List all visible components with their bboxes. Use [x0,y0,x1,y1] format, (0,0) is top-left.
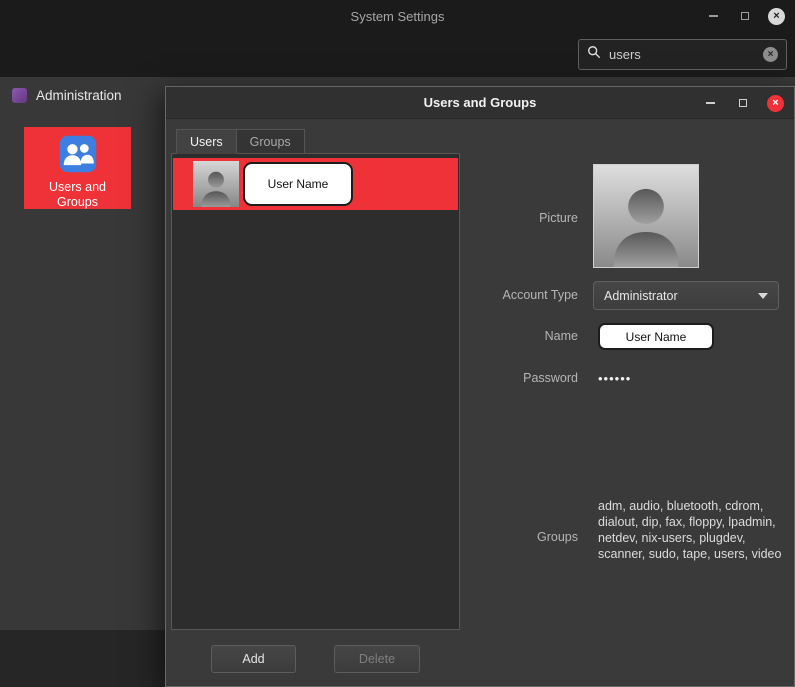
user-list: User Name [171,153,460,630]
section-administration: Administration [12,88,122,103]
tab-groups[interactable]: Groups [237,129,305,154]
users-groups-dialog: Users and Groups × Users Groups [165,86,795,687]
window-controls: × [704,7,785,25]
picture-button[interactable] [593,164,699,268]
sidebar-item-label: Users and Groups [36,180,120,210]
minimize-icon[interactable] [701,94,719,112]
system-settings-titlebar[interactable]: System Settings × users × [0,0,795,77]
delete-button[interactable]: Delete [334,645,420,673]
sidebar-bottom-area [0,630,165,687]
tab-bar: Users Groups [176,129,305,154]
dialog-titlebar[interactable]: Users and Groups × [166,87,794,119]
user-list-row-selected[interactable]: User Name [173,158,458,210]
window-title: System Settings [0,9,795,24]
groups-field[interactable]: adm, audio, bluetooth, cdrom, dialout, d… [598,498,790,562]
name-label: Name [448,329,578,343]
name-field[interactable]: User Name [598,323,714,350]
search-input[interactable]: users × [578,39,787,70]
password-field[interactable]: •••••• [598,371,631,386]
minimize-icon[interactable] [704,7,722,25]
dialog-title: Users and Groups [166,95,794,110]
section-label: Administration [36,88,122,103]
search-value: users [609,47,755,62]
sidebar-item-users-and-groups[interactable]: Users and Groups [24,127,131,209]
tab-users[interactable]: Users [176,129,237,154]
maximize-icon[interactable] [736,7,754,25]
password-label: Password [448,371,578,385]
account-type-value: Administrator [604,289,678,303]
search-icon [587,45,601,64]
close-icon[interactable]: × [767,95,784,112]
account-type-dropdown[interactable]: Administrator [593,281,779,310]
close-icon[interactable]: × [768,8,785,25]
maximize-icon[interactable] [734,94,752,112]
add-button[interactable]: Add [211,645,296,673]
groups-label: Groups [448,530,578,544]
clear-search-icon[interactable]: × [763,47,778,62]
users-groups-icon [59,135,97,178]
user-avatar [193,161,239,207]
dialog-window-controls: × [701,87,784,119]
account-type-label: Account Type [448,288,578,302]
screen: System Settings × users × Administration [0,0,795,687]
chevron-down-icon [758,293,768,299]
picture-label: Picture [448,211,578,225]
administration-icon [12,88,27,103]
user-name-inline-entry[interactable]: User Name [243,162,353,206]
